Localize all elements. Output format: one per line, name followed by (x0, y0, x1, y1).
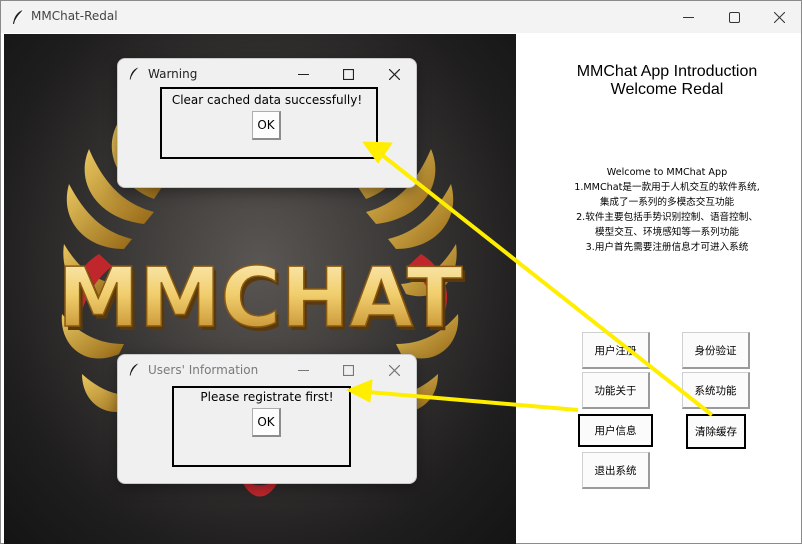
users-info-dialog: Users' Information Please registrate fir… (117, 354, 417, 484)
intro-line: 模型交互、环境感知等一系列功能 (595, 227, 739, 238)
maximize-icon (728, 11, 740, 23)
close-button[interactable] (756, 1, 802, 33)
users-ok-button[interactable]: OK (252, 408, 281, 437)
intro-line: Welcome to MMChat App (606, 167, 728, 178)
intro-title-line1: MMChat App Introduction (576, 63, 758, 80)
warning-dialog-titlebar: Warning (118, 59, 416, 89)
warning-message: Clear cached data successfully! (171, 93, 363, 107)
close-icon (388, 364, 400, 376)
register-button[interactable]: 用户注册 (582, 332, 650, 369)
feather-icon (129, 67, 139, 80)
intro-line: 1.MMChat是一款用于人机交互的软件系统, (574, 182, 760, 193)
exit-system-button[interactable]: 退出系统 (582, 452, 650, 489)
verify-identity-button[interactable]: 身份验证 (682, 332, 750, 369)
minimize-icon (297, 369, 309, 371)
intro-line: 3.用户首先需要注册信息才可进入系统 (585, 242, 749, 253)
users-dialog-titlebar: Users' Information (118, 355, 416, 385)
poster-logo-text: MMCHAT (57, 251, 462, 346)
maximize-icon (342, 68, 354, 80)
user-info-button[interactable]: 用户信息 (578, 414, 653, 447)
maximize-icon (342, 364, 354, 376)
warning-close-button[interactable] (372, 59, 416, 89)
warning-ok-button[interactable]: OK (252, 111, 281, 140)
intro-description: Welcome to MMChat App 1.MMChat是一款用于人机交互的… (541, 165, 793, 255)
minimize-icon (297, 73, 309, 75)
users-close-button[interactable] (372, 355, 416, 385)
warning-dialog: Warning Clear cached data successfully! … (117, 58, 417, 188)
users-message: Please registrate first! (200, 390, 334, 404)
intro-title-line2: Welcome Redal (610, 81, 724, 98)
close-icon (773, 11, 785, 23)
about-functions-button[interactable]: 功能关于 (582, 372, 650, 409)
users-maximize-button[interactable] (326, 355, 370, 385)
intro-line: 集成了一系列的多模态交互功能 (599, 197, 735, 208)
maximize-button[interactable] (711, 1, 757, 33)
system-functions-button[interactable]: 系统功能 (682, 372, 750, 409)
minimize-icon (682, 16, 694, 18)
intro-heading: MMChat App Introduction Welcome Redal (551, 63, 783, 99)
users-minimize-button[interactable] (281, 355, 325, 385)
window-title: MMChat-Redal (31, 9, 118, 23)
warning-dialog-title: Warning (148, 67, 198, 81)
minimize-button[interactable] (665, 1, 711, 33)
feather-icon (13, 9, 24, 24)
clear-cache-button[interactable]: 清除缓存 (686, 414, 746, 449)
warning-maximize-button[interactable] (326, 59, 370, 89)
title-bar: MMChat-Redal (1, 1, 801, 33)
feather-icon (129, 363, 139, 376)
warning-minimize-button[interactable] (281, 59, 325, 89)
intro-line: 2.软件主要包括手势识别控制、语音控制、 (576, 212, 758, 223)
users-dialog-title: Users' Information (148, 363, 259, 377)
close-icon (388, 68, 400, 80)
